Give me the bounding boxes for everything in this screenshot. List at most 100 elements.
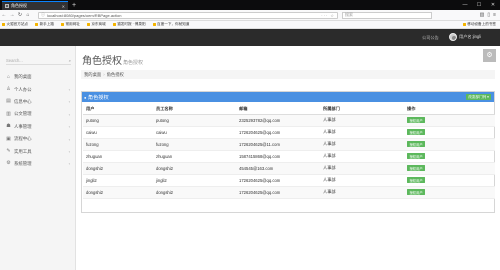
- cell-email: 1726204625@11.com: [236, 138, 320, 151]
- bookmark-item[interactable]: 火狐官方站点: [2, 22, 28, 27]
- cell-dept: 人事部: [320, 114, 404, 127]
- cell-action: 授权用户: [404, 114, 495, 127]
- sidebar-item[interactable]: ⌂ 我的桌面: [0, 71, 75, 83]
- column-header: 员工名称: [153, 104, 236, 115]
- table-row: putong putong 2325293782@qq.com 人事部 授权用户: [83, 114, 495, 127]
- cell-email: 2325293782@qq.com: [236, 114, 320, 127]
- bookmark-item[interactable]: 新手上路: [35, 22, 54, 27]
- sidebar-item[interactable]: ⚙ 系统管理 ‹: [0, 158, 75, 170]
- sidebar-item[interactable]: ▤ 信息中心 ‹: [0, 96, 75, 108]
- window-controls: — ☐ ✕: [458, 0, 500, 10]
- chevron-left-icon: ‹: [68, 99, 70, 105]
- sidebar-item[interactable]: ☗ 人事管理 ‹: [0, 121, 75, 133]
- role-auth-panel: ● 角色授权 改变部门列 ▾ 用户 员工名称 邮箱 所属部门 操作 putong…: [81, 91, 495, 213]
- chevron-left-icon: ‹: [68, 87, 70, 93]
- cell-action: 授权用户: [404, 138, 495, 151]
- user-menu[interactable]: 用户名:jingli: [449, 33, 481, 41]
- flow-icon: ▣: [6, 135, 11, 142]
- search-icon[interactable]: ⌕: [69, 58, 71, 63]
- search-placeholder: 搜索: [345, 12, 353, 17]
- forward-icon[interactable]: →: [8, 12, 16, 18]
- table-header-row: 用户 员工名称 邮箱 所属部门 操作: [83, 104, 495, 115]
- home-nav-icon[interactable]: ⌂: [24, 12, 32, 18]
- breadcrumb-home[interactable]: 我的桌面: [84, 72, 101, 78]
- bookmark-item[interactable]: 常用网址: [60, 22, 80, 27]
- sidebar-item-label: 系统管理: [14, 160, 32, 166]
- url-bar[interactable]: ⓘ localhost:8080/pages/oem/RBPage.action…: [38, 11, 338, 19]
- grant-user-button[interactable]: 授权用户: [407, 152, 426, 160]
- cell-user: caiwu: [83, 126, 153, 139]
- folder-icon: [462, 23, 466, 26]
- cell-dept: 人事部: [320, 174, 404, 187]
- back-icon[interactable]: ←: [0, 12, 8, 18]
- browser-tab-title: 角色授权: [11, 3, 27, 8]
- browser-tab[interactable]: 角色授权 ✕: [2, 1, 68, 10]
- bookmark-item[interactable]: 百度一下，你就知道: [152, 22, 189, 27]
- sidebar-item-label: 人事管理: [14, 123, 32, 129]
- page-subtitle: 角色授权: [123, 60, 144, 66]
- bookmark-item[interactable]: 京东商城: [86, 22, 106, 27]
- cell-email: 454545@163.com: [236, 162, 320, 175]
- cell-name: jingli2: [153, 174, 236, 187]
- cell-user: zhuguan: [83, 150, 153, 163]
- grant-user-button[interactable]: 授权用户: [407, 116, 426, 124]
- cell-dept: 人事部: [320, 126, 404, 139]
- panel-header: ● 角色授权 改变部门列 ▾: [82, 92, 494, 102]
- menu-icon[interactable]: ≡: [493, 12, 496, 18]
- table-row: dongshi2 dongshi2 454545@163.com 人事部 授权用户: [83, 162, 495, 175]
- table-row: dongshi2 dongshi2 1726204625@qq.com 人事部 授权用户: [83, 186, 495, 199]
- cell-email: 1726204625@qq.com: [236, 174, 320, 187]
- settings-gear-button[interactable]: ⚙: [483, 49, 496, 62]
- cell-dept: 人事部: [320, 150, 404, 163]
- cell-email: 1726204625@qq.com: [236, 126, 320, 139]
- bookmark-icon: [60, 23, 64, 26]
- grant-user-button[interactable]: 授权用户: [407, 164, 426, 172]
- close-tab-icon[interactable]: ✕: [62, 4, 65, 9]
- sidebar-item-label: 流程中心: [14, 136, 32, 142]
- department-select[interactable]: 改变部门列 ▾: [466, 93, 491, 101]
- page-title-row: 角色授权 角色授权: [82, 52, 143, 67]
- browser-tab-strip: 角色授权 ✕ + — ☐ ✕: [0, 0, 500, 10]
- page-actions-icon[interactable]: ··· ☆: [321, 13, 335, 18]
- announcement-link[interactable]: 公司公告: [422, 35, 439, 41]
- sidebar-item[interactable]: ♙ 个人办公 ‹: [0, 83, 75, 95]
- cell-user: putong: [83, 114, 153, 127]
- cell-action: 授权用户: [404, 126, 495, 139]
- grant-user-button[interactable]: 授权用户: [407, 188, 426, 196]
- browser-search-input[interactable]: 搜索: [342, 11, 432, 19]
- reload-icon[interactable]: ↻: [16, 12, 24, 18]
- site-info-icon[interactable]: ⓘ: [41, 12, 45, 18]
- close-window-icon[interactable]: ✕: [486, 0, 500, 10]
- sidebar-item[interactable]: ▥ 公文管理 ‹: [0, 108, 75, 120]
- sidebar-item[interactable]: ▣ 流程中心 ‹: [0, 133, 75, 145]
- bookmark-icon: [112, 23, 116, 26]
- tools-icon: ✎: [6, 148, 11, 155]
- minimize-icon[interactable]: —: [458, 0, 472, 10]
- sidebar-item-label: 我的桌面: [14, 74, 32, 80]
- avatar: [449, 33, 457, 41]
- users-icon: ☗: [6, 123, 11, 130]
- bookmark-item[interactable]: 猫发时报 · 傅泉阳: [112, 22, 146, 27]
- maximize-icon[interactable]: ☐: [472, 0, 486, 10]
- library-icon[interactable]: ▥: [480, 12, 485, 18]
- cell-dept: 人事部: [320, 162, 404, 175]
- bookmark-icon: [86, 23, 90, 26]
- grant-user-button[interactable]: 授权用户: [407, 176, 426, 184]
- grant-user-button[interactable]: 授权用户: [407, 140, 426, 148]
- bookmarks-bar: 火狐官方站点 新手上路 常用网址 京东商城 猫发时报 · 傅泉阳 百度一下，你就…: [0, 21, 500, 29]
- sidebar-item[interactable]: ✎ 实用工具 ‹: [0, 145, 75, 157]
- chevron-left-icon: ‹: [68, 161, 70, 167]
- chevron-left-icon: ‹: [68, 136, 70, 142]
- grant-user-button[interactable]: 授权用户: [407, 128, 426, 136]
- cell-name: putong: [153, 114, 236, 127]
- mobile-bookmarks[interactable]: 移动设备上的书签: [462, 22, 496, 27]
- table-row: fuzong fuzong 1726204625@11.com 人事部 授权用户: [83, 138, 495, 151]
- chevron-left-icon: ‹: [68, 149, 70, 155]
- table-row: jingli2 jingli2 1726204625@qq.com 人事部 授权用户: [83, 174, 495, 187]
- cell-action: 授权用户: [404, 174, 495, 187]
- new-tab-icon[interactable]: +: [72, 1, 76, 10]
- cell-dept: 人事部: [320, 186, 404, 199]
- sidebar-toggle-icon[interactable]: ▯: [487, 12, 490, 18]
- page-title: 角色授权: [82, 56, 122, 67]
- sidebar-search-input[interactable]: Search... ⌕: [6, 56, 71, 65]
